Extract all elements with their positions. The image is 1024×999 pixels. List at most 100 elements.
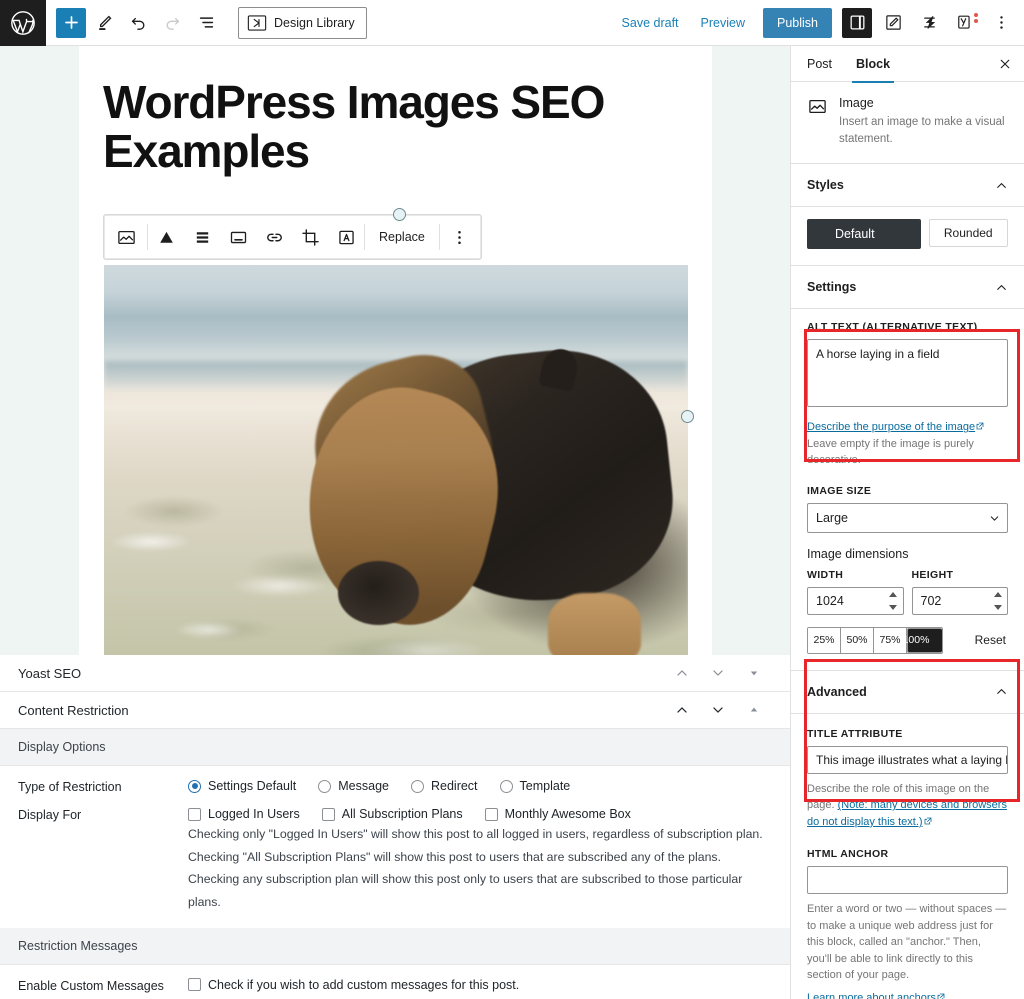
editor-canvas[interactable]: WordPress Images SEO Examples Replace Yo… [0,46,791,999]
edit-tool-button[interactable] [88,7,120,39]
save-draft-button[interactable]: Save draft [614,10,687,36]
yoast-move-up-icon[interactable] [675,666,689,680]
content-restriction-toggle-icon[interactable] [747,703,761,717]
list-view-button[interactable] [190,7,222,39]
alt-text-label: ALT TEXT (ALTERNATIVE TEXT) [807,321,978,334]
publish-button[interactable]: Publish [763,7,832,38]
scale-50-button[interactable]: 50% [841,627,874,653]
radio-settings-default[interactable]: Settings Default [188,779,296,793]
yoast-seo-icon[interactable] [950,8,980,38]
image-preview[interactable] [104,265,688,665]
checkbox-enable-custom-messages[interactable]: Check if you wish to add custom messages… [188,978,751,992]
close-icon[interactable] [990,49,1020,79]
yoast-move-down-icon[interactable] [711,666,725,680]
checkbox-label: Logged In Users [208,807,300,821]
style-default-button[interactable]: Default [807,219,921,250]
external-link-icon [937,993,945,999]
block-info-card: Image Insert an image to make a visual s… [791,82,1024,165]
yoast-seo-panel-header[interactable]: Yoast SEO [0,655,790,692]
design-library-button[interactable]: Design Library [238,6,367,39]
content-restriction-move-down-icon[interactable] [711,703,725,717]
alt-text-input[interactable] [807,339,1008,408]
radio-indicator [188,779,201,793]
tab-block[interactable]: Block [844,46,902,83]
advanced-header-label: Advanced [807,684,867,699]
text-over-image-icon[interactable] [328,216,364,258]
style-rounded-button[interactable]: Rounded [928,219,1008,248]
checkbox-label: Monthly Awesome Box [504,807,631,821]
title-attribute-input[interactable]: This image illustrates what a laying ho [807,745,1008,774]
jetpack-icon[interactable] [914,8,944,38]
type-of-restriction-options: Settings Default Message Redirect Templa… [188,779,773,793]
image-block-icon[interactable] [105,216,147,258]
wordpress-logo-icon[interactable] [0,0,46,46]
top-bar-left-tools: Design Library [46,6,367,39]
square-pencil-icon[interactable] [878,8,908,38]
styles-section-header[interactable]: Styles [791,164,1024,208]
editor-top-bar: Design Library Save draft Preview Publis… [0,0,1024,46]
title-attribute-label: TITLE ATTRIBUTE [807,727,903,740]
tab-post[interactable]: Post [795,46,844,82]
radio-template[interactable]: Template [499,779,571,793]
add-block-button[interactable] [56,7,86,38]
html-anchor-input[interactable] [807,866,1008,895]
radio-label: Redirect [430,779,478,793]
title-attribute-note-link[interactable]: (Note: many devices and browsers do not … [807,799,1007,828]
yoast-notification-dots [974,12,978,23]
block-settings-sidebar: Post Block Image Insert an image to make… [791,46,1024,999]
checkbox-indicator [321,807,335,821]
advanced-section-header[interactable]: Advanced [791,669,1024,714]
editor-body: WordPress Images SEO Examples Replace Yo… [0,46,1024,999]
external-link-icon [924,817,931,825]
checkbox-all-subscription-plans[interactable]: All Subscription Plans [321,807,463,821]
link-icon[interactable] [256,216,292,258]
checkbox-logged-in-users[interactable]: Logged In Users [188,807,300,821]
content-restriction-panel-header[interactable]: Content Restriction [0,692,790,729]
radio-label: Template [519,779,571,793]
settings-section-header[interactable]: Settings [791,266,1024,310]
display-for-options: Logged In Users All Subscription Plans M… [188,807,773,821]
scale-row: 25% 50% 75% 100% Reset [807,626,1008,654]
settings-sidebar-toggle-button[interactable] [842,7,872,38]
page-title[interactable]: WordPress Images SEO Examples [79,46,712,176]
design-library-label: Design Library [274,15,355,30]
height-stepper[interactable] [993,591,1002,610]
replace-button[interactable]: Replace [365,216,439,258]
preview-button[interactable]: Preview [693,10,753,36]
crop-icon[interactable] [292,216,328,258]
redo-button[interactable] [156,7,188,39]
radio-indicator [499,779,513,793]
radio-message[interactable]: Message [318,779,389,793]
resize-handle-bottom[interactable] [393,208,406,221]
display-options-subheader: Display Options [0,729,790,766]
resize-handle-right[interactable] [681,410,694,423]
width-label: WIDTH [807,568,844,581]
reset-dimensions-button[interactable]: Reset [975,633,1008,647]
image-size-select[interactable]: Large [807,502,1008,533]
image-dimensions-label: Image dimensions [807,546,909,561]
scale-options: 25% 50% 75% 100% [807,626,943,654]
html-anchor-help: Enter a word or two — without spaces — t… [807,903,1007,982]
caption-box-icon[interactable] [220,216,256,258]
styles-section-body: Default Rounded [791,207,1024,267]
learn-more-anchors-link[interactable]: Learn more about anchors [807,992,936,999]
block-toolbar: Replace [104,215,481,259]
align-lines-icon[interactable] [184,216,220,258]
yoast-seo-title: Yoast SEO [18,665,82,681]
more-options-button[interactable] [986,8,1016,38]
align-triangle-icon[interactable] [148,216,184,258]
describe-purpose-link[interactable]: Describe the purpose of the image [807,421,975,433]
yoast-toggle-icon[interactable] [747,666,761,680]
scale-25-button[interactable]: 25% [808,627,841,653]
block-more-options-button[interactable] [440,216,480,258]
post-sheet: WordPress Images SEO Examples Replace [79,46,712,665]
undo-button[interactable] [122,7,154,39]
width-stepper[interactable] [889,591,898,610]
content-restriction-move-up-icon[interactable] [675,703,689,717]
radio-redirect[interactable]: Redirect [410,779,478,793]
sidebar-content: Image Insert an image to make a visual s… [791,82,1024,999]
block-description: Insert an image to make a visual stateme… [839,116,1005,145]
image-dimensions-fields: WIDTH 1024 HEIGHT 702 [807,569,1008,615]
scale-100-button[interactable]: 100% [903,627,942,653]
checkbox-monthly-awesome-box[interactable]: Monthly Awesome Box [484,807,631,821]
